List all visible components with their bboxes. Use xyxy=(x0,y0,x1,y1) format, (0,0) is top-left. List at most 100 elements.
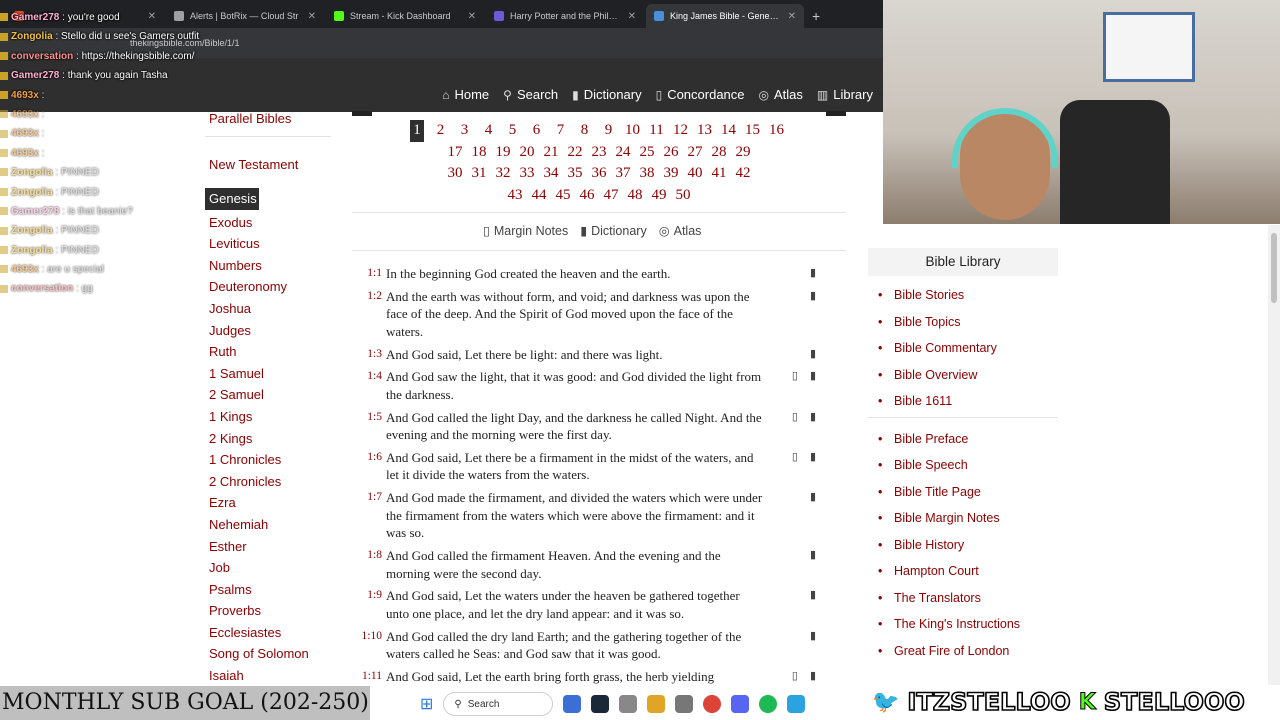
verse-number[interactable]: 1:6 xyxy=(356,449,386,484)
windows-start-icon[interactable]: ⊞ xyxy=(420,694,433,714)
book-item[interactable]: 1 Chronicles xyxy=(205,449,335,471)
chapter-link[interactable]: 14 xyxy=(717,120,740,142)
chapter-link[interactable]: 3 xyxy=(453,120,476,142)
chapter-link[interactable]: 7 xyxy=(549,120,572,142)
chapter-link[interactable]: 19 xyxy=(492,142,515,164)
library-link[interactable]: Bible Overview xyxy=(878,362,1058,389)
close-icon[interactable]: ✕ xyxy=(628,11,636,22)
chapter-link[interactable]: 42 xyxy=(732,163,755,185)
book-item[interactable]: Ecclesiastes xyxy=(205,622,335,644)
book-item[interactable]: 2 Kings xyxy=(205,428,335,450)
chapter-link[interactable]: 2 xyxy=(429,120,452,142)
library-link[interactable]: Bible Topics xyxy=(878,309,1058,336)
chapter-link[interactable]: 45 xyxy=(552,185,575,207)
chapter-link[interactable]: 25 xyxy=(636,142,659,164)
verse-number[interactable]: 1:1 xyxy=(356,265,386,283)
chapter-link[interactable]: 41 xyxy=(708,163,731,185)
book-item[interactable]: 1 Samuel xyxy=(205,363,335,385)
taskbar-search[interactable]: ⚲ Search xyxy=(443,692,554,716)
book-icon[interactable]: ▮ xyxy=(810,628,816,663)
browser-tab[interactable]: King James Bible - Genesis <sp ✕ xyxy=(646,4,804,28)
verse-number[interactable]: 1:2 xyxy=(356,288,386,341)
chapter-link[interactable]: 46 xyxy=(576,185,599,207)
bookmark-icon[interactable]: ▯ xyxy=(792,368,798,403)
chapter-link[interactable]: 49 xyxy=(648,185,671,207)
chapter-link[interactable]: 26 xyxy=(660,142,683,164)
chapter-link[interactable]: 20 xyxy=(516,142,539,164)
chapter-link[interactable]: 18 xyxy=(468,142,491,164)
chapter-link[interactable]: 22 xyxy=(564,142,587,164)
book-item[interactable]: 2 Samuel xyxy=(205,384,335,406)
chapter-link[interactable]: 31 xyxy=(468,163,491,185)
chapter-link[interactable]: 48 xyxy=(624,185,647,207)
chapter-link[interactable]: 30 xyxy=(444,163,467,185)
close-icon[interactable]: ✕ xyxy=(468,11,476,22)
margin-notes-toggle[interactable]: ▯ Margin Notes xyxy=(483,223,568,239)
library-link[interactable]: Bible Stories xyxy=(878,282,1058,309)
chapter-link[interactable]: 39 xyxy=(660,163,683,185)
book-icon[interactable]: ▮ xyxy=(810,449,816,484)
library-link[interactable]: Bible History xyxy=(878,532,1058,559)
nav-library[interactable]: ▥ Library xyxy=(817,87,873,102)
chapter-link[interactable]: 28 xyxy=(708,142,731,164)
app-icon-telegram[interactable] xyxy=(787,695,806,713)
book-item[interactable]: Esther xyxy=(205,536,335,558)
app-icon-settings[interactable] xyxy=(619,695,638,713)
chapter-link[interactable]: 34 xyxy=(540,163,563,185)
library-link[interactable]: The King's Instructions xyxy=(878,611,1058,638)
chapter-link[interactable]: 36 xyxy=(588,163,611,185)
nav-concordance[interactable]: ▯ Concordance xyxy=(656,87,745,102)
chapter-link[interactable]: 21 xyxy=(540,142,563,164)
book-item[interactable]: Proverbs xyxy=(205,600,335,622)
atlas-toggle[interactable]: ◎ Atlas xyxy=(659,223,702,239)
chapter-link[interactable]: 35 xyxy=(564,163,587,185)
book-icon[interactable]: ▮ xyxy=(810,409,816,444)
book-icon[interactable]: ▮ xyxy=(810,587,816,622)
verse-number[interactable]: 1:8 xyxy=(356,547,386,582)
book-icon[interactable]: ▮ xyxy=(810,288,816,341)
book-item[interactable]: Joshua xyxy=(205,298,335,320)
dictionary-toggle[interactable]: ▮ Dictionary xyxy=(580,223,646,239)
library-link[interactable]: Bible Title Page xyxy=(878,479,1058,506)
chapter-link[interactable]: 10 xyxy=(621,120,644,142)
library-link[interactable]: Bible Speech xyxy=(878,452,1058,479)
nav-home[interactable]: ⌂ Home xyxy=(442,87,489,102)
nav-search[interactable]: ⚲ Search xyxy=(503,87,558,102)
chapter-link[interactable]: 9 xyxy=(597,120,620,142)
chapter-link[interactable]: 15 xyxy=(741,120,764,142)
bookmark-icon[interactable]: ▯ xyxy=(792,449,798,484)
verse-number[interactable]: 1:9 xyxy=(356,587,386,622)
chapter-link[interactable]: 32 xyxy=(492,163,515,185)
app-icon-browser[interactable] xyxy=(563,695,582,713)
app-icon-spotify[interactable] xyxy=(759,695,778,713)
book-item[interactable]: Song of Solomon xyxy=(205,643,335,665)
chapter-link[interactable]: 50 xyxy=(672,185,695,207)
library-link[interactable]: Hampton Court xyxy=(878,558,1058,585)
chapter-link[interactable]: 5 xyxy=(501,120,524,142)
book-item[interactable]: 2 Chronicles xyxy=(205,471,335,493)
book-icon[interactable]: ▮ xyxy=(810,265,816,283)
chapter-link[interactable]: 17 xyxy=(444,142,467,164)
book-icon[interactable]: ▮ xyxy=(810,489,816,542)
library-link[interactable]: Great Fire of London xyxy=(878,638,1058,665)
verse-number[interactable]: 1:11 xyxy=(356,668,386,686)
chapter-link[interactable]: 12 xyxy=(669,120,692,142)
book-item[interactable]: Judges xyxy=(205,320,335,342)
browser-tab[interactable]: Harry Potter and the Philosoph ✕ xyxy=(486,4,644,28)
chapter-link[interactable]: 38 xyxy=(636,163,659,185)
bookmark-icon[interactable]: ▯ xyxy=(792,409,798,444)
book-item[interactable]: 1 Kings xyxy=(205,406,335,428)
chapter-link[interactable]: 37 xyxy=(612,163,635,185)
library-link[interactable]: The Translators xyxy=(878,585,1058,612)
app-icon-github[interactable] xyxy=(675,695,694,713)
chapter-link[interactable]: 23 xyxy=(588,142,611,164)
chapter-link[interactable]: 40 xyxy=(684,163,707,185)
scroll-thumb[interactable] xyxy=(1271,233,1277,303)
book-item[interactable]: Ruth xyxy=(205,341,335,363)
book-item[interactable]: Isaiah xyxy=(205,665,335,687)
chapter-link[interactable]: 13 xyxy=(693,120,716,142)
app-icon-chrome[interactable] xyxy=(703,695,722,713)
chapter-link[interactable]: 44 xyxy=(528,185,551,207)
verse-number[interactable]: 1:10 xyxy=(356,628,386,663)
new-tab-button[interactable]: + xyxy=(812,8,820,24)
